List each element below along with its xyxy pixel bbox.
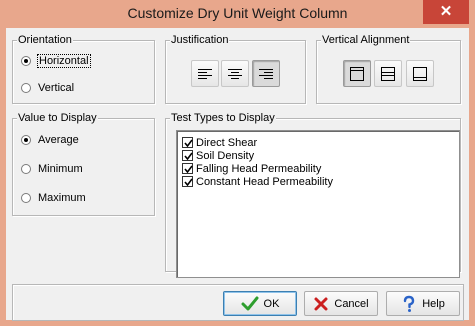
checkmark-icon (184, 152, 193, 161)
align-right-icon (259, 68, 273, 79)
radio-label: Vertical (38, 82, 75, 94)
valign-top-button[interactable] (343, 60, 371, 87)
radio-indicator (21, 193, 31, 203)
list-item-label: Soil Density (196, 149, 255, 162)
cancel-label: Cancel (334, 297, 369, 310)
checkbox[interactable] (182, 176, 193, 187)
orientation-legend: Orientation (17, 34, 73, 46)
justify-right-button[interactable] (252, 60, 280, 87)
radio-label: Average (38, 134, 79, 146)
radio-indicator (21, 135, 31, 145)
radio-label: Horizontal (37, 54, 91, 68)
justify-left-button[interactable] (191, 60, 219, 87)
test-type-soil-density[interactable]: Soil Density (182, 149, 254, 162)
justify-center-button[interactable] (221, 60, 249, 87)
dialog-client-area: Orientation Horizontal Vertical Justific… (6, 28, 469, 321)
checkmark-icon (184, 165, 193, 174)
radio-indicator (21, 83, 31, 93)
close-icon: ✕ (439, 3, 453, 20)
radio-label: Maximum (38, 192, 86, 204)
align-bottom-icon (413, 66, 427, 81)
test-types-legend: Test Types to Display (170, 112, 276, 124)
justification-legend: Justification (170, 34, 230, 46)
checkbox[interactable] (182, 163, 193, 174)
title-bar[interactable]: Customize Dry Unit Weight Column ✕ (0, 0, 475, 28)
list-item-label: Falling Head Permeability (196, 162, 322, 175)
x-icon (314, 297, 328, 310)
value-minimum-radio[interactable]: Minimum (21, 161, 83, 177)
window-title: Customize Dry Unit Weight Column (127, 5, 348, 21)
list-item-label: Constant Head Permeability (196, 175, 333, 188)
checkmark-icon (241, 296, 259, 310)
help-question-icon (403, 295, 415, 312)
orientation-vertical-radio[interactable]: Vertical (21, 80, 74, 96)
test-type-falling-head-permeability[interactable]: Falling Head Permeability (182, 162, 321, 175)
ok-label: OK (263, 297, 280, 310)
valign-middle-button[interactable] (374, 60, 402, 87)
vertical-alignment-legend: Vertical Alignment (321, 34, 411, 46)
test-type-direct-shear[interactable]: Direct Shear (182, 136, 257, 149)
test-type-constant-head-permeability[interactable]: Constant Head Permeability (182, 175, 333, 188)
value-average-radio[interactable]: Average (21, 132, 79, 148)
test-types-checklist[interactable]: Direct Shear Soil Density Falling Head P… (176, 130, 460, 278)
close-button[interactable]: ✕ (423, 0, 469, 24)
cancel-button[interactable]: Cancel (304, 291, 378, 316)
valign-bottom-button[interactable] (406, 60, 434, 87)
align-top-icon (350, 66, 364, 81)
align-center-icon (228, 68, 242, 79)
radio-label: Minimum (38, 163, 83, 175)
radio-indicator (21, 164, 31, 174)
checkmark-icon (184, 178, 193, 187)
checkbox[interactable] (182, 137, 193, 148)
list-item-label: Direct Shear (196, 136, 258, 149)
help-label: Help (422, 297, 445, 310)
value-maximum-radio[interactable]: Maximum (21, 190, 86, 206)
dialog-window: Customize Dry Unit Weight Column ✕ Orien… (0, 0, 475, 326)
value-to-display-legend: Value to Display (17, 112, 98, 124)
align-left-icon (198, 68, 212, 79)
ok-button[interactable]: OK (223, 291, 297, 316)
orientation-horizontal-radio[interactable]: Horizontal (21, 53, 91, 69)
checkbox[interactable] (182, 150, 193, 161)
align-middle-icon (381, 66, 395, 81)
help-button[interactable]: Help (386, 291, 460, 316)
radio-indicator (21, 56, 31, 66)
checkmark-icon (184, 139, 193, 148)
